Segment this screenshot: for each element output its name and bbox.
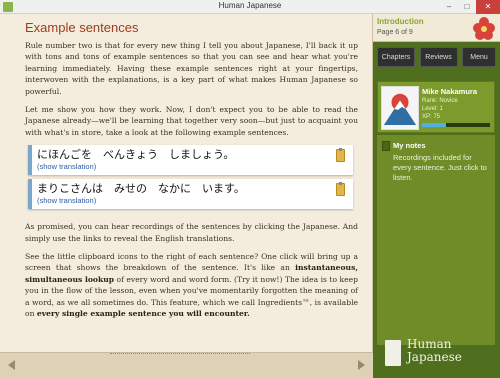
page-indicator: Page 6 of 9	[377, 29, 413, 36]
sidebar-tabs: Chapters Reviews Menu	[373, 47, 500, 75]
show-translation-link[interactable]: (show translation)	[37, 162, 347, 172]
show-translation-link[interactable]: (show translation)	[37, 196, 347, 206]
tab-menu[interactable]: Menu	[462, 47, 496, 67]
minimize-button[interactable]: –	[440, 0, 458, 14]
xp-progress-fill	[422, 123, 446, 127]
page-divider	[110, 353, 250, 354]
paragraph-1: Rule number two is that for every new th…	[25, 41, 358, 96]
title-bar: Human Japanese – □ ✕	[0, 0, 500, 14]
user-xp: XP: 75	[422, 114, 441, 120]
mountain-avatar-icon	[381, 86, 419, 130]
paragraph-2: Let me show you how they work. Now, I do…	[25, 105, 358, 137]
app-logo: Human Japanese	[373, 326, 500, 378]
paragraph-4: See the little clipboard icons to the ri…	[25, 252, 358, 319]
logo-mark-icon	[385, 340, 401, 366]
close-button[interactable]: ✕	[476, 0, 500, 14]
clipboard-icon[interactable]	[336, 148, 345, 163]
next-page-arrow-icon[interactable]	[355, 359, 367, 371]
user-level: Level: 1	[422, 106, 444, 112]
example-sentence: にほんごを べんきょう しましょう。 (show translation)	[28, 145, 353, 176]
previous-page-arrow-icon[interactable]	[6, 359, 18, 371]
xp-progress-bar	[422, 123, 490, 127]
user-rank: Rank: Novice	[422, 98, 458, 104]
clipboard-icon[interactable]	[336, 182, 345, 197]
chapter-title: Introduction	[377, 17, 424, 26]
user-name: Mike Nakamura	[422, 87, 478, 96]
tab-chapters[interactable]: Chapters	[377, 47, 415, 67]
chapter-header: Introduction Page 6 of 9	[373, 14, 500, 42]
window-title: Human Japanese	[218, 1, 282, 10]
maximize-button[interactable]: □	[458, 0, 476, 14]
example-sentences: にほんごを べんきょう しましょう。 (show translation) まり…	[25, 145, 358, 210]
example-sentence: まりこさんは みせの なかに います。 (show translation)	[28, 179, 353, 210]
sidebar: Introduction Page 6 of 9 Chapters Review…	[373, 14, 500, 378]
japanese-sentence[interactable]: まりこさんは みせの なかに います。	[37, 181, 347, 196]
notes-title: My notes	[393, 141, 426, 150]
paragraph-3: As promised, you can hear recordings of …	[25, 222, 358, 243]
notes-body[interactable]: Recordings included for every sentence. …	[393, 153, 491, 183]
lesson-page: Example sentences Rule number two is tha…	[0, 14, 373, 352]
logo-text: Human Japanese	[407, 337, 462, 364]
user-profile-card[interactable]: Mike Nakamura Rank: Novice Level: 1 XP: …	[377, 81, 495, 133]
cherry-blossom-icon	[473, 17, 495, 40]
section-heading: Example sentences	[25, 20, 139, 35]
notes-panel: My notes Recordings included for every s…	[377, 135, 495, 345]
japanese-sentence[interactable]: にほんごを べんきょう しましょう。	[37, 147, 347, 162]
notes-icon	[382, 141, 390, 151]
page-navigation-bar	[0, 352, 373, 378]
tab-reviews[interactable]: Reviews	[419, 47, 458, 67]
